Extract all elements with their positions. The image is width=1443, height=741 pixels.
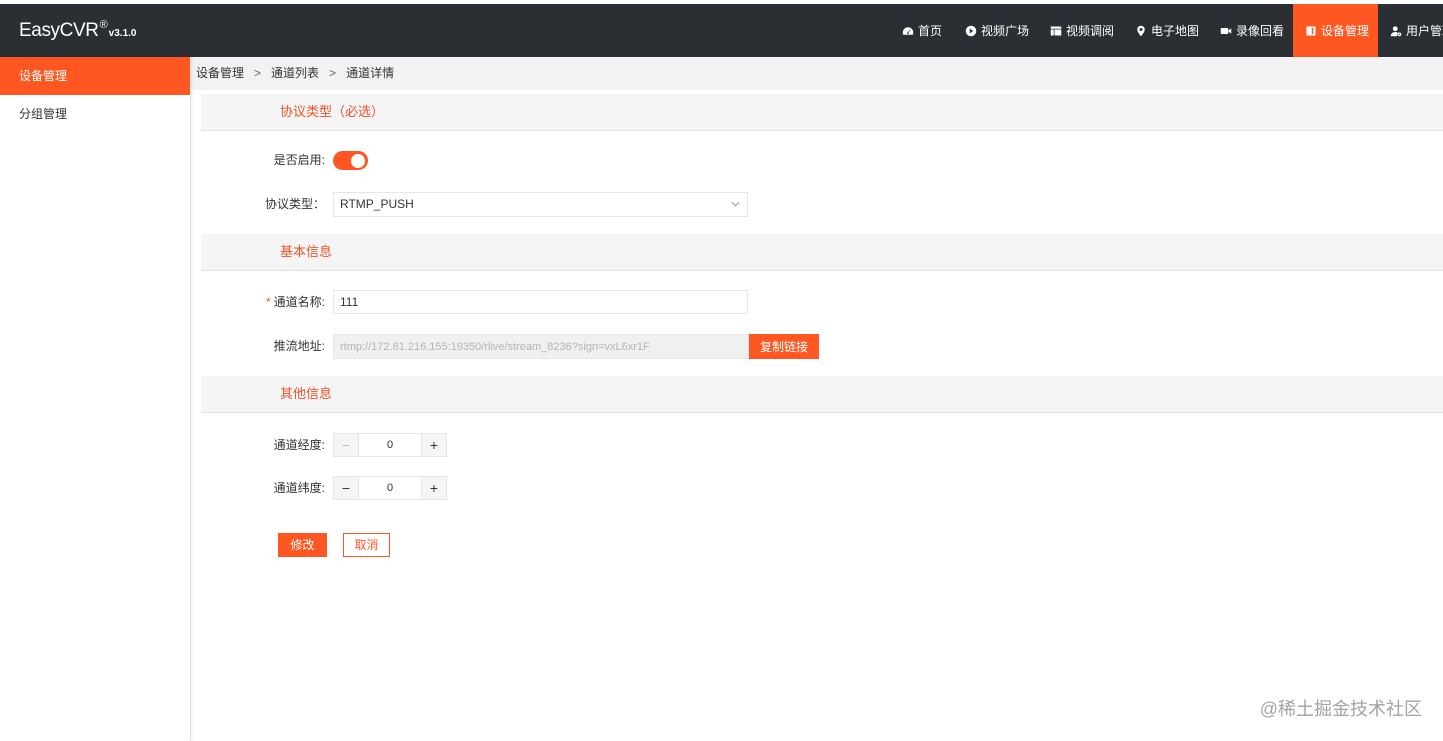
- video-camera-icon: [1220, 25, 1232, 37]
- chevron-down-icon: [731, 201, 740, 207]
- nav-item-user-management[interactable]: 用户管理: [1378, 4, 1443, 57]
- push-url-input: [333, 334, 749, 359]
- nav-item-device-management[interactable]: 设备管理: [1293, 4, 1378, 57]
- latitude-decrement-button[interactable]: −: [334, 477, 359, 499]
- form-row-channel-name: * 通道名称:: [201, 290, 1001, 315]
- push-url-label: 推流地址:: [273, 339, 325, 353]
- section-header-basic-info: 基本信息: [201, 234, 1443, 271]
- enabled-toggle[interactable]: [333, 151, 368, 170]
- section-title: 基本信息: [280, 244, 333, 259]
- breadcrumb-device-management[interactable]: 设备管理: [196, 66, 244, 80]
- sidebar-item-label: 设备管理: [19, 69, 68, 83]
- required-mark: *: [265, 295, 271, 309]
- device-icon: [1305, 25, 1317, 37]
- latitude-input[interactable]: [359, 477, 421, 499]
- latitude-increment-button[interactable]: +: [421, 477, 446, 499]
- section-header-protocol: 协议类型（必选）: [201, 94, 1443, 131]
- nav-item-label: 录像回看: [1236, 24, 1285, 38]
- form-row-push-url: 推流地址: 复制链接: [201, 334, 1001, 359]
- channel-name-input[interactable]: [333, 290, 748, 314]
- dashboard-icon: [902, 25, 914, 37]
- breadcrumb-separator: >: [254, 66, 262, 80]
- longitude-label: 通道经度:: [273, 438, 325, 452]
- nav-item-home[interactable]: 首页: [890, 4, 953, 57]
- section-title: 其他信息: [280, 386, 333, 401]
- protocol-type-label: 协议类型：: [264, 197, 325, 211]
- main-nav: 首页 视频广场 视频调阅 电子地图 录像回看 设备管理 用户管: [890, 4, 1443, 57]
- nav-item-playback[interactable]: 录像回看: [1208, 4, 1293, 57]
- watermark: @稀土掘金技术社区: [1259, 699, 1422, 719]
- form-row-protocol-type: 协议类型： RTMP_PUSH: [201, 192, 1001, 217]
- version-label: v3.1.0: [108, 28, 137, 39]
- map-marker-icon: [1135, 25, 1147, 37]
- breadcrumb-channel-list[interactable]: 通道列表: [271, 66, 319, 80]
- protocol-type-select[interactable]: RTMP_PUSH: [333, 192, 748, 217]
- section-header-other-info: 其他信息: [201, 376, 1443, 413]
- nav-item-label: 用户管理: [1406, 24, 1443, 38]
- nav-item-label: 视频广场: [981, 24, 1030, 38]
- sidebar-item-device-management[interactable]: 设备管理: [0, 57, 190, 95]
- channel-name-label: * 通道名称:: [201, 290, 325, 315]
- protocol-type-value: RTMP_PUSH: [340, 197, 414, 211]
- nav-item-video-review[interactable]: 视频调阅: [1038, 4, 1123, 57]
- nav-item-label: 视频调阅: [1066, 24, 1115, 38]
- play-circle-icon: [965, 25, 977, 37]
- nav-item-label: 设备管理: [1321, 24, 1370, 38]
- latitude-label: 通道纬度:: [273, 481, 325, 495]
- sidebar: 设备管理 分组管理: [0, 57, 191, 741]
- longitude-decrement-button[interactable]: −: [334, 434, 359, 456]
- table-icon: [1050, 25, 1062, 37]
- user-icon: [1390, 25, 1402, 37]
- submit-button[interactable]: 修改: [278, 533, 327, 557]
- sidebar-item-group-management[interactable]: 分组管理: [0, 95, 190, 133]
- channel-name-label-text: 通道名称:: [273, 295, 325, 309]
- breadcrumb: 设备管理 > 通道列表 > 通道详情: [191, 57, 1443, 90]
- section-title: 协议类型（必选）: [280, 104, 385, 119]
- sidebar-item-label: 分组管理: [19, 107, 68, 121]
- breadcrumb-channel-detail: 通道详情: [346, 66, 395, 80]
- toggle-knob: [351, 153, 365, 168]
- longitude-input[interactable]: [359, 434, 421, 456]
- form-row-longitude: 通道经度: − +: [201, 433, 1001, 458]
- cancel-button[interactable]: 取消: [343, 533, 390, 557]
- top-navbar: EasyCVR®v3.1.0 首页 视频广场 视频调阅 电子地图 录像回看 设备…: [0, 4, 1443, 57]
- longitude-increment-button[interactable]: +: [421, 434, 446, 456]
- nav-item-e-map[interactable]: 电子地图: [1123, 4, 1208, 57]
- longitude-stepper: − +: [333, 433, 447, 457]
- registered-mark: ®: [99, 19, 108, 31]
- nav-item-video-square[interactable]: 视频广场: [953, 4, 1038, 57]
- breadcrumb-separator: >: [329, 66, 337, 80]
- copy-link-button[interactable]: 复制链接: [749, 334, 819, 359]
- logo-text: EasyCVR: [19, 20, 99, 41]
- logo[interactable]: EasyCVR®v3.1.0: [19, 16, 136, 46]
- nav-item-label: 首页: [918, 24, 943, 38]
- form-row-latitude: 通道纬度: − +: [201, 476, 1001, 501]
- latitude-stepper: − +: [333, 476, 447, 500]
- enabled-label: 是否启用:: [273, 153, 325, 167]
- form-row-enabled: 是否启用:: [201, 148, 1001, 173]
- nav-item-label: 电子地图: [1151, 24, 1200, 38]
